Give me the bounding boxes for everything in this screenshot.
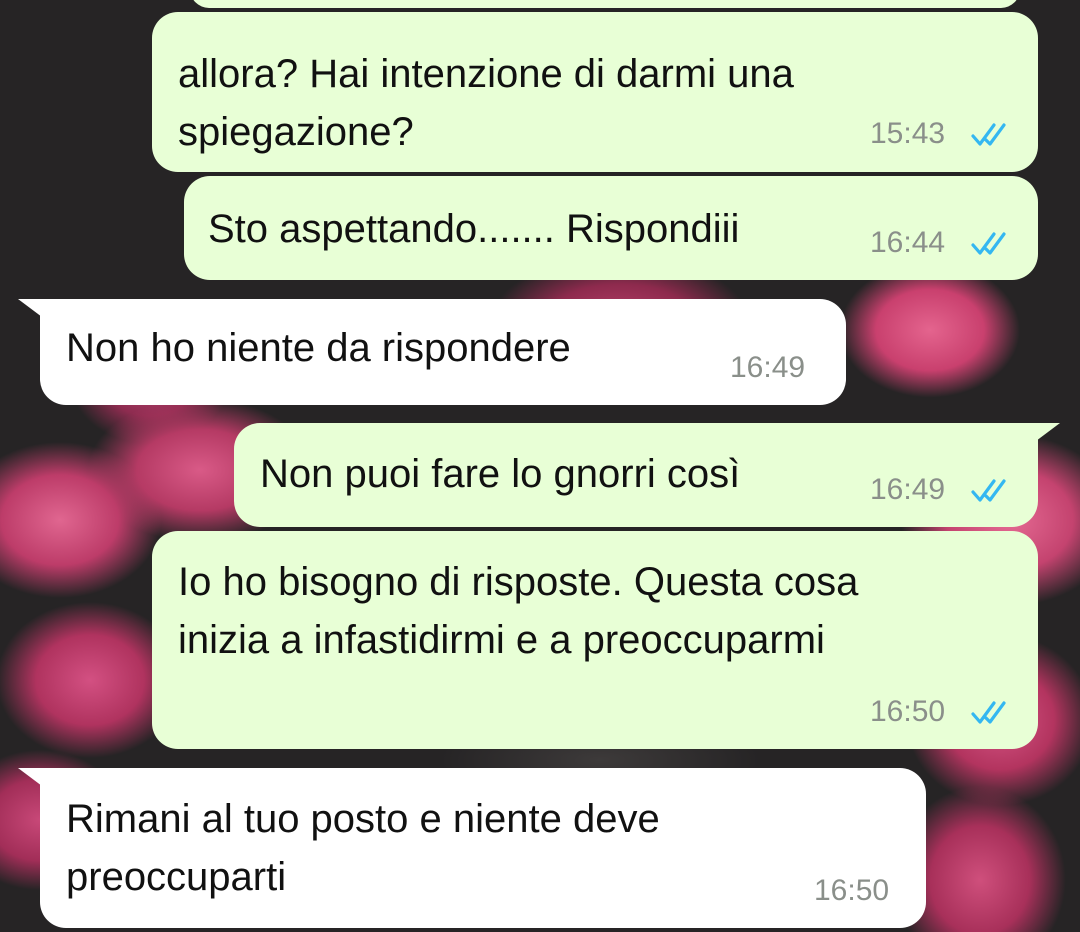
message-bubble-outgoing[interactable]: Io ho bisogno di risposte. Questa cosa i… xyxy=(152,531,1038,749)
message-timestamp: 15:43 xyxy=(870,117,946,150)
message-text: Non ho niente da rispondere xyxy=(66,326,571,370)
message-timestamp: 16:49 xyxy=(870,473,946,506)
message-timestamp: 16:49 xyxy=(730,351,806,384)
message-bubble-outgoing[interactable]: Non puoi fare lo gnorri così 16:49 xyxy=(234,423,1038,527)
message-text: Rimani al tuo posto e niente deve preocc… xyxy=(66,797,660,899)
double-check-icon xyxy=(970,231,1014,257)
message-bubble-outgoing[interactable]: Sto aspettando....... Rispondiii 16:44 xyxy=(184,176,1038,280)
message-bubble-outgoing[interactable]: allora? Hai intenzione di darmi una spie… xyxy=(152,12,1038,172)
message-text: Non puoi fare lo gnorri così xyxy=(260,452,741,496)
double-check-icon xyxy=(970,478,1014,504)
message-timestamp: 16:50 xyxy=(870,695,946,728)
previous-message-bubble[interactable] xyxy=(190,0,1020,8)
message-timestamp: 16:50 xyxy=(814,874,890,907)
message-timestamp: 16:44 xyxy=(870,226,946,259)
message-text: Sto aspettando....... Rispondiii xyxy=(208,207,740,251)
message-text: Io ho bisogno di risposte. Questa cosa i… xyxy=(178,560,859,662)
message-bubble-incoming[interactable]: Rimani al tuo posto e niente deve preocc… xyxy=(40,768,926,928)
message-bubble-incoming[interactable]: Non ho niente da rispondere 16:49 xyxy=(40,299,846,405)
double-check-icon xyxy=(970,122,1014,148)
double-check-icon xyxy=(970,700,1014,726)
